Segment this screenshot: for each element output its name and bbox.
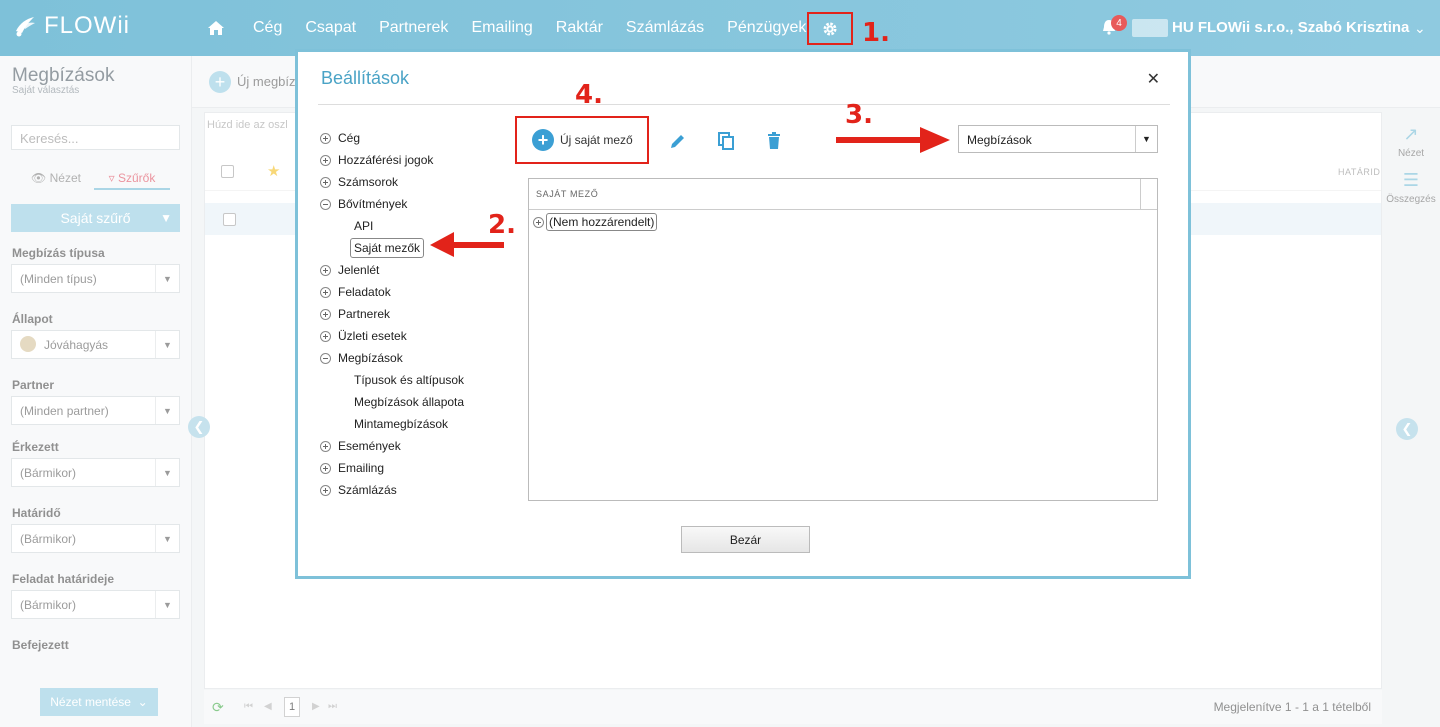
tree-item-partners[interactable]: Partnerek — [320, 303, 390, 325]
nav-item-partnerek[interactable]: Partnerek — [379, 19, 448, 37]
copy-icon[interactable] — [716, 131, 736, 151]
entity-select[interactable]: Megbízások ▼ — [958, 125, 1158, 153]
trash-icon[interactable] — [764, 131, 784, 151]
notification-badge: 4 — [1111, 15, 1127, 31]
tree-item-label: Típusok és altípusok — [354, 373, 465, 387]
annotation-step-1: 1. — [862, 18, 890, 48]
main-nav: Cég Csapat Partnerek Emailing Raktár Szá… — [205, 0, 829, 56]
tree-item-label: Emailing — [338, 461, 385, 475]
expand-icon[interactable] — [533, 216, 544, 228]
tree-item-label: Cég — [338, 131, 361, 145]
nav-item-raktar[interactable]: Raktár — [556, 19, 603, 37]
tree-item-tasks[interactable]: Feladatok — [320, 281, 391, 303]
new-custom-field-button[interactable]: + Új saját mező — [532, 129, 633, 151]
tree-item-orders[interactable]: Megbízások — [320, 347, 403, 369]
nav-item-emailing[interactable]: Emailing — [471, 19, 532, 37]
nav-item-penzugyek[interactable]: Pénzügyek — [727, 19, 806, 37]
tree-item-label: Saját mezők — [350, 238, 425, 258]
pencil-icon[interactable] — [668, 131, 688, 151]
list-item[interactable]: (Nem hozzárendelt) — [533, 213, 658, 231]
tree-item-invoicing[interactable]: Számlázás — [320, 479, 397, 501]
expand-icon[interactable] — [320, 286, 331, 298]
expand-icon[interactable] — [320, 264, 331, 276]
dropdown-arrow-icon: ▼ — [1135, 126, 1157, 152]
gear-icon — [823, 22, 837, 35]
tree-item-label: Üzleti esetek — [338, 329, 407, 343]
expand-icon[interactable] — [320, 462, 331, 474]
chevron-down-icon[interactable]: ⌄ — [1414, 20, 1426, 37]
tree-item-types[interactable]: Típusok és altípusok — [354, 369, 464, 391]
new-custom-field-label: Új saját mező — [560, 133, 633, 147]
expand-icon[interactable] — [320, 440, 331, 452]
collapse-icon[interactable] — [320, 352, 331, 364]
expand-icon[interactable] — [320, 308, 331, 320]
custom-fields-table: SAJÁT MEZŐ (Nem hozzárendelt) — [528, 178, 1158, 501]
tree-item-label: Hozzáférési jogok — [338, 153, 434, 167]
expand-icon[interactable] — [320, 176, 331, 188]
flowii-logo-icon — [16, 17, 35, 37]
nav-item-csapat[interactable]: Csapat — [305, 19, 356, 37]
column-separator — [1140, 179, 1141, 210]
tree-item-number-series[interactable]: Számsorok — [320, 171, 398, 193]
modal-title: Beállítások — [321, 68, 410, 88]
home-icon[interactable] — [205, 17, 227, 39]
top-navbar: FLOWii Cég Csapat Partnerek Emailing Rak… — [0, 0, 1440, 56]
user-menu-label[interactable]: HU FLOWii s.r.o., Szabó Krisztina — [1172, 19, 1409, 36]
expand-icon[interactable] — [320, 154, 331, 166]
annotation-step-4: 4. — [575, 80, 603, 110]
tree-item-templates[interactable]: Mintamegbízások — [354, 413, 448, 435]
tree-item-order-states[interactable]: Megbízások állapota — [354, 391, 464, 413]
tree-item-events[interactable]: Események — [320, 435, 401, 457]
settings-button[interactable] — [807, 12, 853, 45]
logo-text: FLOWii — [44, 12, 130, 39]
settings-modal: Beállítások ✕ Cég Hozzáférési jogok Szám… — [295, 49, 1191, 579]
tree-item-label: Megbízások állapota — [354, 395, 465, 409]
entity-select-value: Megbízások — [967, 133, 1032, 147]
tree-item-label: Események — [338, 439, 401, 453]
tree-item-access[interactable]: Hozzáférési jogok — [320, 149, 433, 171]
tree-item-emailing[interactable]: Emailing — [320, 457, 384, 479]
unassigned-group-label: (Nem hozzárendelt) — [546, 213, 658, 231]
tree-item-label: Mintamegbízások — [354, 417, 449, 431]
tree-item-custom-fields[interactable]: Saját mezők — [350, 237, 425, 259]
flowii-logo[interactable]: FLOWii — [12, 12, 130, 40]
custom-fields-column-header: SAJÁT MEZŐ — [529, 179, 1157, 210]
tree-item-label: Megbízások — [338, 351, 403, 365]
close-icon[interactable]: ✕ — [1147, 69, 1160, 89]
collapse-icon[interactable] — [320, 198, 331, 210]
nav-item-ceg[interactable]: Cég — [253, 19, 282, 37]
tree-item-label: Partnerek — [338, 307, 391, 321]
tree-item-ceg[interactable]: Cég — [320, 127, 360, 149]
tree-item-extensions[interactable]: Bővítmények — [320, 193, 407, 215]
tree-item-label: Jelenlét — [338, 263, 380, 277]
tree-item-label: Feladatok — [338, 285, 391, 299]
tree-item-label: Számsorok — [338, 175, 399, 189]
expand-icon[interactable] — [320, 484, 331, 496]
divider — [318, 104, 1170, 105]
tree-item-business-cases[interactable]: Üzleti esetek — [320, 325, 407, 347]
expand-icon[interactable] — [320, 330, 331, 342]
nav-item-szamlazas[interactable]: Számlázás — [626, 19, 704, 37]
plus-icon: + — [532, 129, 554, 151]
tree-item-api[interactable]: API — [354, 215, 373, 237]
tree-item-label: Számlázás — [338, 483, 397, 497]
custom-fields-header-label: SAJÁT MEZŐ — [536, 189, 599, 199]
expand-icon[interactable] — [320, 132, 331, 144]
annotation-arrow-left — [430, 232, 504, 257]
tree-item-label: Bővítmények — [338, 197, 408, 211]
user-avatar — [1132, 19, 1168, 37]
annotation-arrow-right — [836, 127, 950, 153]
tree-item-label: API — [354, 219, 374, 233]
tree-item-attendance[interactable]: Jelenlét — [320, 259, 379, 281]
close-button[interactable]: Bezár — [681, 526, 810, 553]
